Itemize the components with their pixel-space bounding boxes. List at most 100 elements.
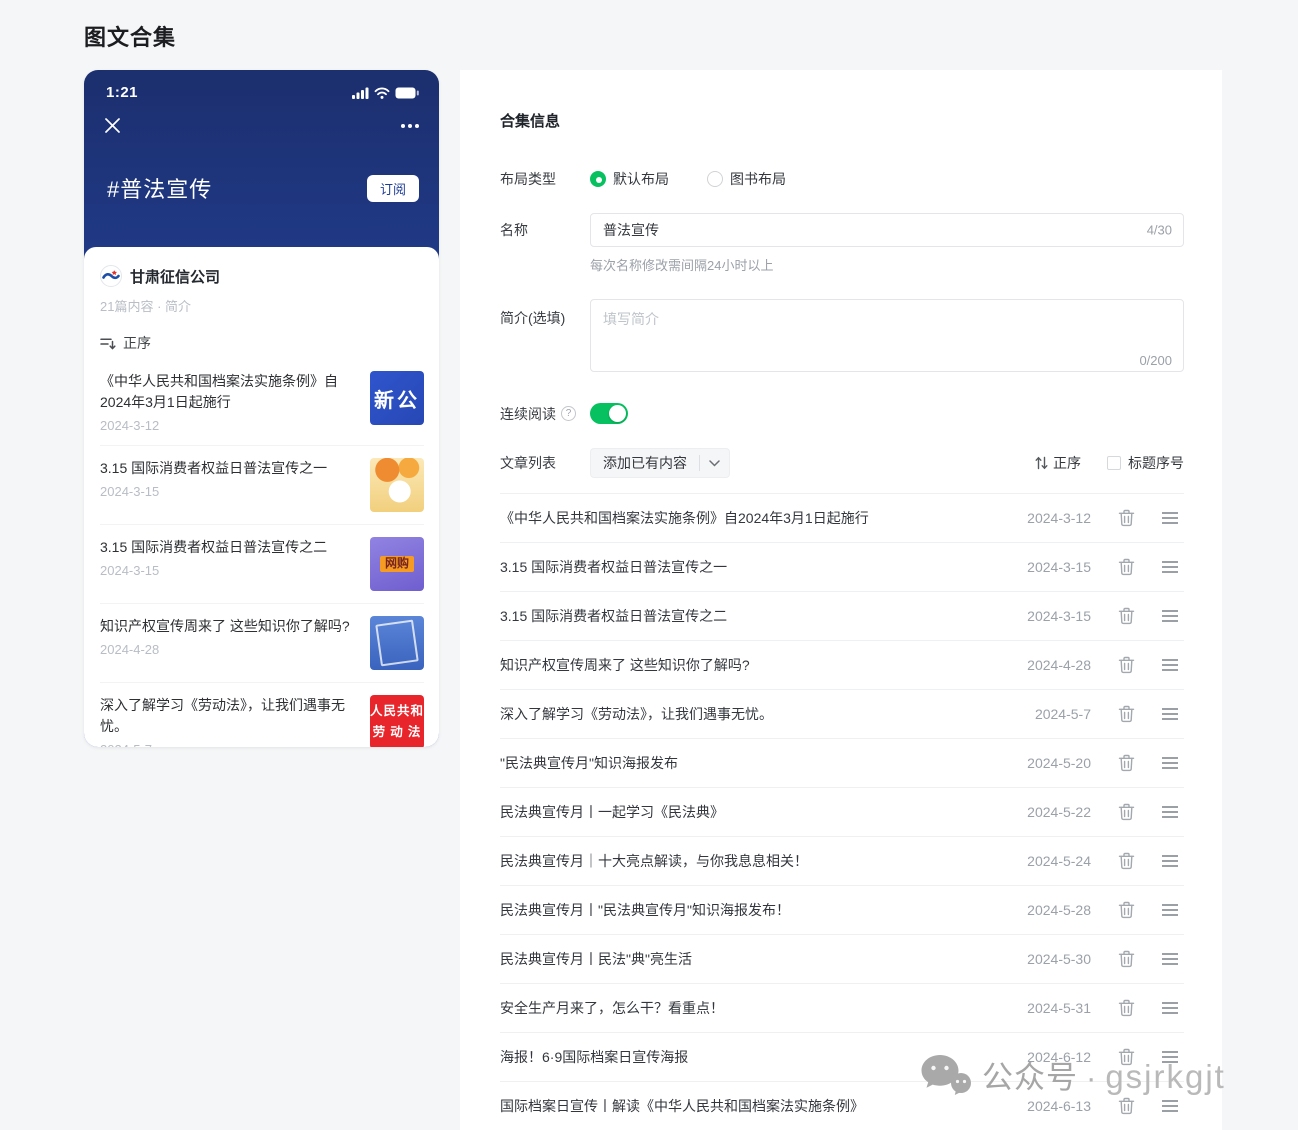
drag-handle-icon[interactable] (1162, 855, 1178, 867)
article-row: 民法典宣传月丨一起学习《民法典》 2024-5-22 (500, 788, 1184, 837)
delete-icon[interactable] (1118, 558, 1135, 576)
delete-icon[interactable] (1118, 656, 1135, 674)
delete-icon[interactable] (1118, 901, 1135, 919)
phone-article-thumbnail: 人民共和 劳 动 法 (370, 695, 424, 747)
phone-title-row: #普法宣传 订阅 (84, 172, 439, 204)
delete-icon[interactable] (1118, 705, 1135, 723)
delete-icon[interactable] (1118, 852, 1135, 870)
drag-handle-icon[interactable] (1162, 512, 1178, 524)
chevron-down-icon[interactable] (700, 460, 729, 467)
article-list-label: 文章列表 (500, 453, 590, 473)
article-date: 2024-4-28 (1013, 657, 1091, 673)
phone-article-item[interactable]: 3.15 国际消费者权益日普法宣传之二 2024-3-15 网购 (100, 525, 424, 604)
article-date: 2024-5-30 (1013, 951, 1091, 967)
phone-article-title: 3.15 国际消费者权益日普法宣传之一 (100, 458, 360, 479)
continuous-reading-row: 连续阅读 ? (500, 403, 1184, 424)
article-title: 知识产权宣传周来了 这些知识你了解吗? (500, 655, 1013, 675)
article-row: 3.15 国际消费者权益日普法宣传之二 2024-3-15 (500, 592, 1184, 641)
article-row: 《中华人民共和国档案法实施条例》自2024年3月1日起施行 2024-3-12 (500, 494, 1184, 543)
radio-label: 图书布局 (730, 169, 786, 189)
drag-handle-icon[interactable] (1162, 1100, 1178, 1112)
phone-article-item[interactable]: 3.15 国际消费者权益日普法宣传之一 2024-3-15 (100, 446, 424, 525)
drag-handle-icon[interactable] (1162, 1051, 1178, 1063)
wifi-icon (374, 87, 390, 99)
drag-handle-icon[interactable] (1162, 806, 1178, 818)
delete-icon[interactable] (1118, 1048, 1135, 1066)
drag-handle-icon[interactable] (1162, 904, 1178, 916)
drag-handle-icon[interactable] (1162, 708, 1178, 720)
phone-article-list: 《中华人民共和国档案法实施条例》自2024年3月1日起施行 2024-3-12 … (100, 359, 424, 747)
article-list: 《中华人民共和国档案法实施条例》自2024年3月1日起施行 2024-3-12 … (500, 493, 1184, 1130)
phone-article-text: 3.15 国际消费者权益日普法宣传之二 2024-3-15 (100, 537, 360, 578)
subscribe-button[interactable]: 订阅 (367, 175, 419, 202)
phone-article-thumbnail (370, 616, 424, 670)
phone-article-title: 深入了解学习《劳动法》，让我们遇事无忧。 (100, 695, 360, 737)
name-input[interactable] (590, 213, 1184, 247)
article-date: 2024-6-13 (1013, 1098, 1091, 1114)
article-title: 国际档案日宣传丨解读《中华人民共和国档案法实施条例》 (500, 1096, 1013, 1116)
phone-article-text: 深入了解学习《劳动法》，让我们遇事无忧。 2024-5-7 (100, 695, 360, 747)
continuous-reading-toggle[interactable] (590, 403, 628, 424)
layout-radio-option[interactable]: 默认布局 (590, 169, 669, 189)
more-icon[interactable] (401, 124, 419, 128)
delete-icon[interactable] (1118, 1097, 1135, 1115)
delete-icon[interactable] (1118, 803, 1135, 821)
delete-icon[interactable] (1118, 509, 1135, 527)
phone-article-date: 2024-4-28 (100, 642, 360, 657)
battery-icon (395, 87, 419, 99)
phone-sort-label: 正序 (123, 333, 151, 353)
article-row: 安全生产月来了，怎么干？看重点！ 2024-5-31 (500, 984, 1184, 1033)
signal-icon (352, 87, 369, 99)
article-date: 2024-3-12 (1013, 510, 1091, 526)
drag-handle-icon[interactable] (1162, 757, 1178, 769)
title-numbering-control[interactable]: 标题序号 (1107, 453, 1184, 473)
phone-article-item[interactable]: 知识产权宣传周来了 这些知识你了解吗? 2024-4-28 (100, 604, 424, 683)
collection-form-panel: 合集信息 布局类型 默认布局 图书布局 名称 4/30 每次名称修改需间隔24小… (460, 70, 1222, 1130)
account-avatar (100, 265, 122, 287)
phone-article-date: 2024-3-15 (100, 563, 360, 578)
phone-article-text: 知识产权宣传周来了 这些知识你了解吗? 2024-4-28 (100, 616, 360, 657)
delete-icon[interactable] (1118, 607, 1135, 625)
article-row: 民法典宣传月丨"民法典宣传月"知识海报发布！ 2024-5-28 (500, 886, 1184, 935)
article-title: 深入了解学习《劳动法》，让我们遇事无忧。 (500, 704, 1013, 724)
account-row[interactable]: 甘肃征信公司 (100, 265, 424, 287)
layout-radio-option[interactable]: 图书布局 (707, 169, 786, 189)
drag-handle-icon[interactable] (1162, 1002, 1178, 1014)
status-icons (352, 87, 419, 99)
article-title: 安全生产月来了，怎么干？看重点！ (500, 998, 1013, 1018)
description-textarea[interactable] (590, 299, 1184, 372)
phone-article-date: 2024-3-15 (100, 484, 360, 499)
article-date: 2024-5-31 (1013, 1000, 1091, 1016)
article-date: 2024-5-24 (1013, 853, 1091, 869)
article-title: 海报！6·9国际档案日宣传海报 (500, 1047, 1013, 1067)
drag-handle-icon[interactable] (1162, 953, 1178, 965)
phone-article-item[interactable]: 《中华人民共和国档案法实施条例》自2024年3月1日起施行 2024-3-12 … (100, 359, 424, 446)
list-sort-control[interactable]: 正序 (1035, 453, 1081, 473)
sort-order-icon (100, 336, 116, 350)
add-content-button[interactable]: 添加已有内容 (590, 448, 730, 478)
article-title: 民法典宣传月丨一起学习《民法典》 (500, 802, 1013, 822)
phone-sort-control[interactable]: 正序 (100, 333, 424, 353)
drag-handle-icon[interactable] (1162, 610, 1178, 622)
description-char-counter: 0/200 (1139, 353, 1172, 368)
help-icon[interactable]: ? (561, 406, 576, 421)
delete-icon[interactable] (1118, 754, 1135, 772)
article-row: "民法典宣传月"知识海报发布 2024-5-20 (500, 739, 1184, 788)
article-date: 2024-3-15 (1013, 608, 1091, 624)
close-icon[interactable] (104, 117, 121, 134)
delete-icon[interactable] (1118, 950, 1135, 968)
drag-handle-icon[interactable] (1162, 561, 1178, 573)
article-list-header: 文章列表 添加已有内容 正序 标题序号 (500, 448, 1184, 478)
collection-title: #普法宣传 (107, 172, 212, 204)
page-root: 图文合集 1:21 #普法宣传 订阅 (0, 0, 1298, 1130)
phone-article-thumbnail (370, 458, 424, 512)
phone-article-title: 3.15 国际消费者权益日普法宣传之二 (100, 537, 360, 558)
phone-article-item[interactable]: 深入了解学习《劳动法》，让我们遇事无忧。 2024-5-7 人民共和 劳 动 法 (100, 683, 424, 747)
drag-handle-icon[interactable] (1162, 659, 1178, 671)
article-row: 深入了解学习《劳动法》，让我们遇事无忧。 2024-5-7 (500, 690, 1184, 739)
checkbox-icon[interactable] (1107, 456, 1121, 470)
status-time: 1:21 (106, 84, 138, 101)
delete-icon[interactable] (1118, 999, 1135, 1017)
description-label: 简介(选填) (500, 299, 590, 328)
radio-label: 默认布局 (613, 169, 669, 189)
